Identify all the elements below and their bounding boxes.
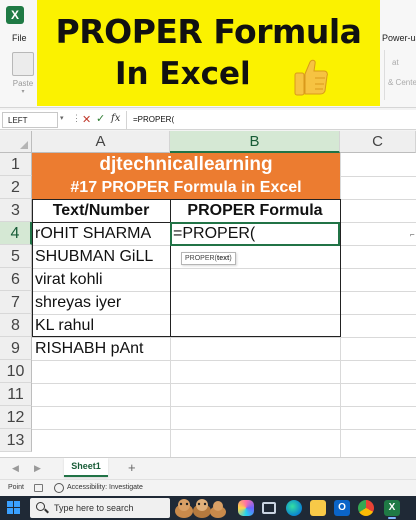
formula-bar-grip-icon[interactable]: ⋮	[72, 113, 81, 124]
gridline	[32, 429, 416, 430]
excel-logo-icon: X	[6, 6, 24, 24]
tooltip-function-name: PROPER(	[185, 255, 217, 262]
accessibility-icon[interactable]	[54, 483, 64, 493]
banner-title-line1: PROPER Formula	[55, 12, 362, 51]
next-sheet-icon[interactable]: ▶	[34, 463, 41, 474]
row-header[interactable]: 8	[0, 314, 32, 337]
tooltip-argument[interactable]: text	[217, 255, 229, 262]
row-header[interactable]: 10	[0, 360, 32, 383]
windows-logo-pane	[7, 508, 13, 514]
ribbon-format-label[interactable]: at	[392, 58, 399, 67]
windows-logo-pane	[7, 501, 13, 507]
banner-title-line2: In Excel	[115, 56, 251, 92]
row-header[interactable]: 2	[0, 176, 32, 199]
select-all-icon	[20, 141, 28, 149]
table-cell-name[interactable]: RISHABH pAnt	[32, 337, 170, 360]
paste-button[interactable]: Paste ▾	[6, 48, 40, 100]
select-all-button[interactable]	[0, 131, 32, 153]
function-tooltip[interactable]: PROPER(text)	[181, 252, 236, 265]
worksheet-grid[interactable]: A B C 1 2 3 4 5 6 7 8 9 10 11 12 13 djte…	[0, 131, 416, 457]
row-header[interactable]: 1	[0, 153, 32, 176]
cancel-icon[interactable]: ✕	[82, 113, 91, 126]
windows-taskbar: Type here to search O X	[0, 496, 416, 520]
column-header-b[interactable]: B	[170, 131, 340, 153]
row-header[interactable]: 12	[0, 406, 32, 429]
table-header-proper-formula[interactable]: PROPER Formula	[170, 199, 340, 222]
row-header[interactable]: 13	[0, 429, 32, 452]
table-cell-name[interactable]: KL rahul	[32, 314, 170, 337]
formula-bar: LEFT ▾ ⋮ ✕ ✓ fx =PROPER(	[0, 110, 416, 130]
table-cell-name[interactable]: rOHIT SHARMA	[32, 222, 170, 245]
active-cell-outline	[170, 222, 340, 246]
sheet-tab-bar: ◀ ▶ Sheet1 +	[0, 457, 416, 479]
copilot-icon[interactable]	[238, 500, 254, 516]
previous-sheet-icon[interactable]: ◀	[12, 463, 19, 474]
row-header[interactable]: 11	[0, 383, 32, 406]
row-header[interactable]: 6	[0, 268, 32, 291]
comment-marker-icon: ⌐	[410, 230, 415, 239]
edge-icon[interactable]	[286, 500, 302, 516]
search-placeholder: Type here to search	[54, 503, 134, 513]
merge-center-label[interactable]: & Center	[388, 78, 416, 87]
tab-power-user[interactable]: Power-us	[382, 33, 416, 43]
paste-label: Paste	[12, 79, 34, 88]
gridline	[32, 406, 416, 407]
paste-icon	[12, 52, 34, 76]
row-header[interactable]: 7	[0, 291, 32, 314]
row-header-active[interactable]: 4	[0, 222, 32, 245]
thumbs-up-icon	[294, 59, 328, 96]
file-explorer-icon[interactable]	[310, 500, 326, 516]
task-view-icon[interactable]	[262, 502, 276, 514]
name-box-dropdown-icon[interactable]: ▾	[60, 114, 64, 122]
column-header-a[interactable]: A	[32, 131, 170, 153]
search-highlight-image[interactable]	[172, 497, 228, 519]
table-cell-name[interactable]: SHUBMAN GiLL	[32, 245, 170, 268]
taskbar-search-input[interactable]: Type here to search	[30, 498, 170, 518]
table-header-text-number[interactable]: Text/Number	[32, 199, 170, 222]
tab-file[interactable]: File	[12, 33, 27, 43]
chrome-icon[interactable]	[358, 500, 374, 516]
sheet-title-cell[interactable]: djtechnicallearning	[32, 153, 340, 176]
windows-icon[interactable]	[7, 501, 21, 515]
status-mode: Point	[8, 484, 24, 491]
row-header[interactable]: 5	[0, 245, 32, 268]
active-app-indicator	[388, 517, 396, 519]
ribbon-separator	[384, 50, 385, 100]
tooltip-close-paren: )	[229, 255, 232, 262]
search-icon-handle	[44, 508, 49, 514]
title-banner: PROPER Formula In Excel	[37, 0, 380, 106]
insert-function-button[interactable]: fx	[111, 113, 120, 124]
enter-icon[interactable]: ✓	[96, 112, 105, 125]
tab-sheet1[interactable]: Sheet1	[64, 458, 108, 477]
outlook-icon[interactable]: O	[334, 500, 350, 516]
formula-input[interactable]: =PROPER(	[126, 111, 414, 129]
add-sheet-button[interactable]: +	[128, 460, 136, 475]
column-header-c[interactable]: C	[340, 131, 416, 153]
excel-taskbar-icon[interactable]: X	[384, 500, 400, 516]
row-header[interactable]: 3	[0, 199, 32, 222]
sheet-subtitle-cell[interactable]: #17 PROPER Formula in Excel	[32, 176, 340, 199]
gridline	[32, 360, 416, 361]
row-header[interactable]: 9	[0, 337, 32, 360]
gridline	[32, 383, 416, 384]
macro-record-icon[interactable]	[34, 484, 43, 492]
name-box[interactable]: LEFT	[2, 112, 58, 128]
table-cell-name[interactable]: virat kohli	[32, 268, 170, 291]
table-cell-name[interactable]: shreyas iyer	[32, 291, 170, 314]
paste-dropdown-icon[interactable]: ▾	[6, 88, 40, 95]
accessibility-status[interactable]: Accessibility: Investigate	[67, 484, 143, 491]
windows-logo-pane	[14, 501, 20, 507]
windows-logo-pane	[14, 508, 20, 514]
status-bar: Point Accessibility: Investigate	[0, 479, 416, 496]
